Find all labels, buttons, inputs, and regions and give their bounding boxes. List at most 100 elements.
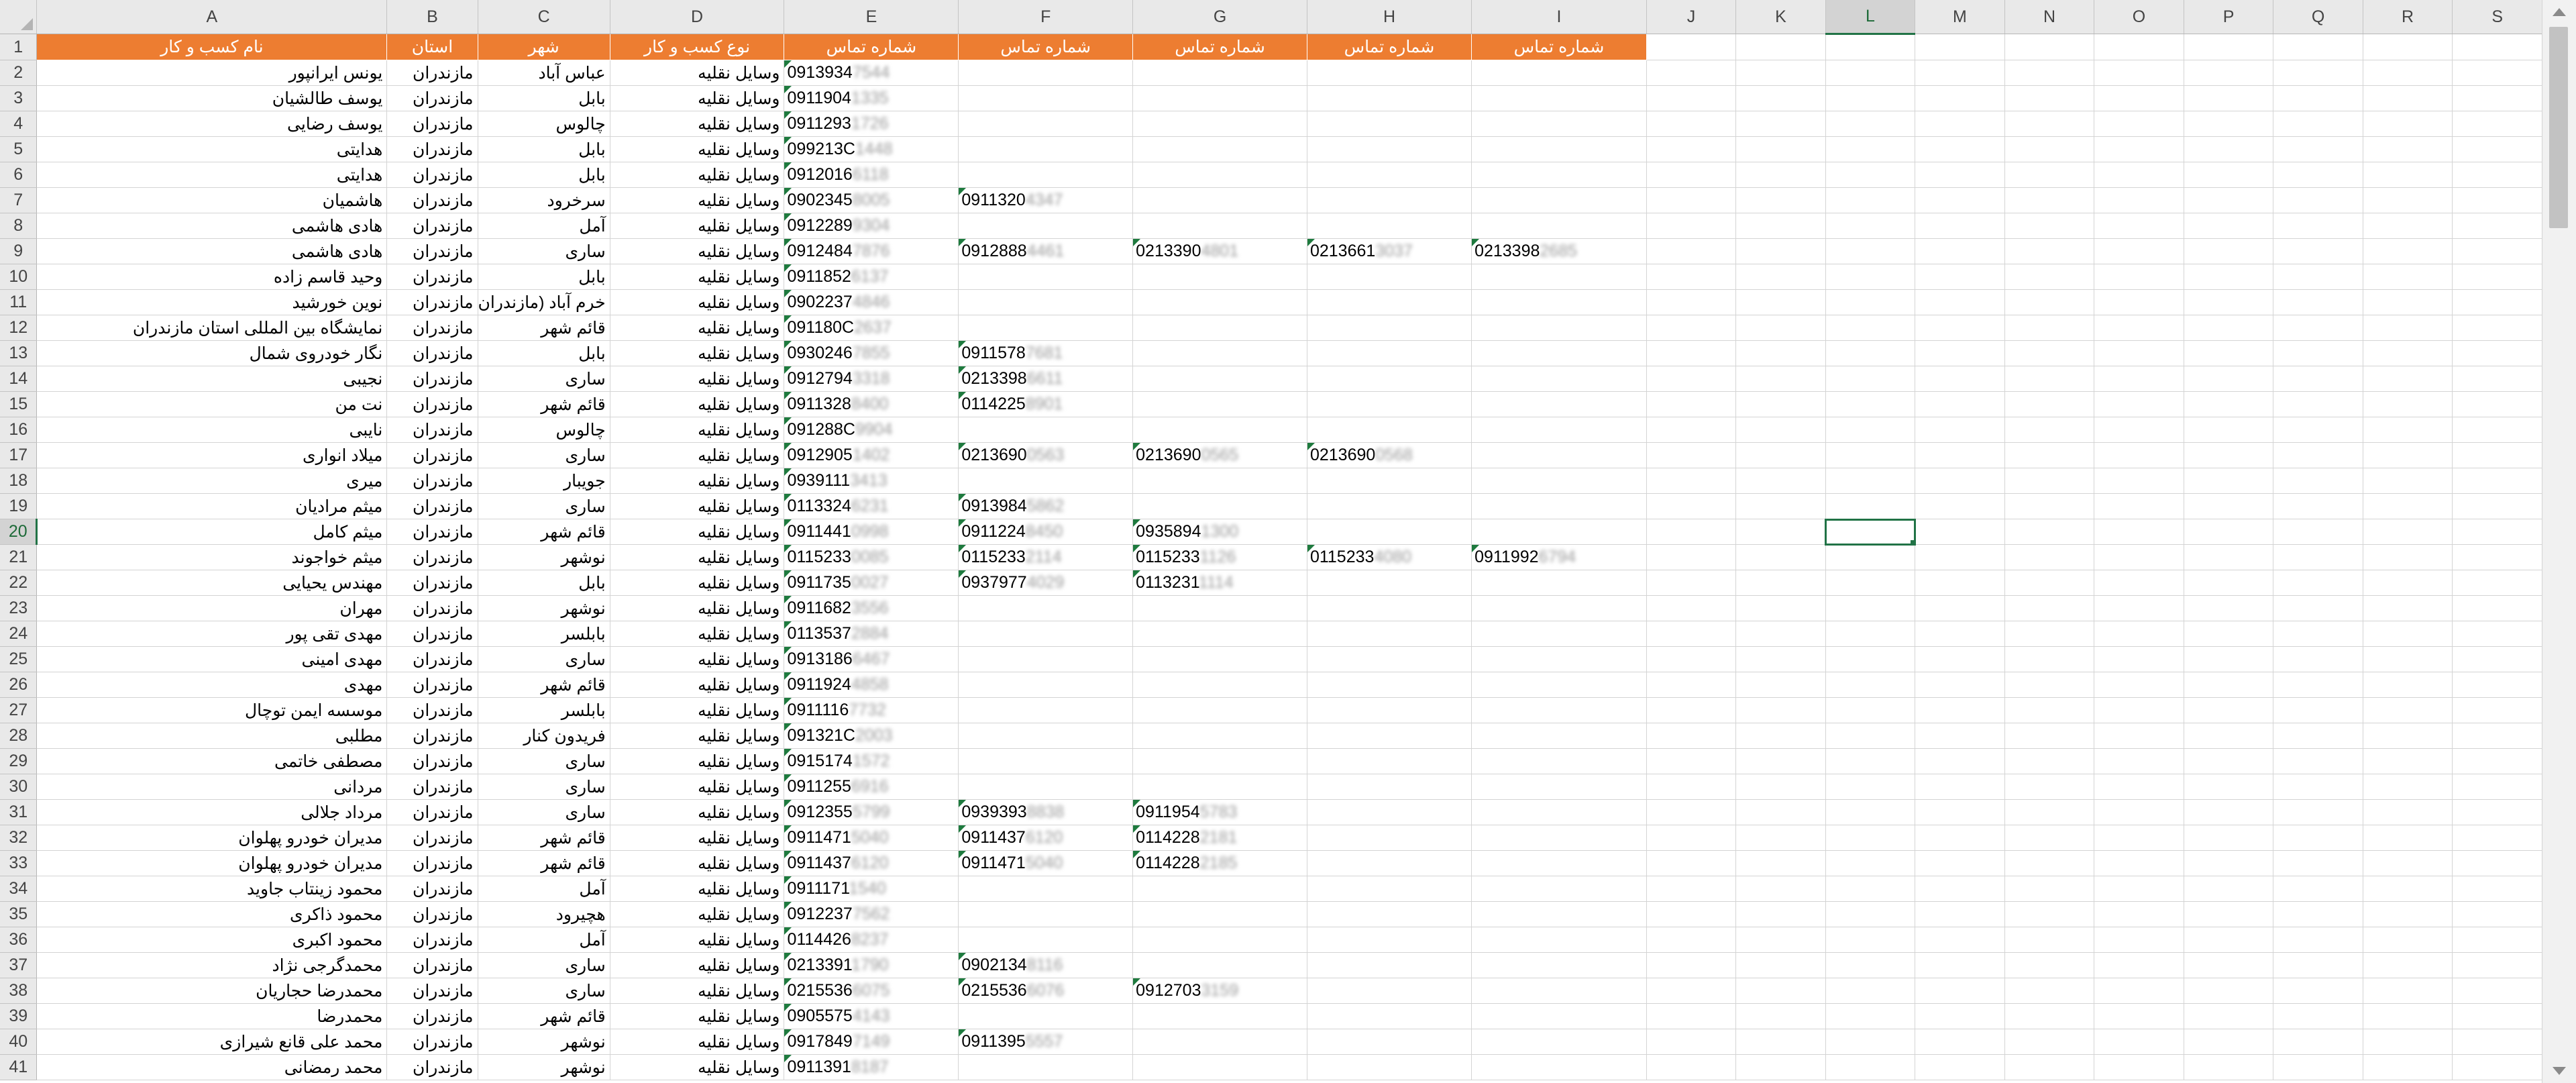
cell-l[interactable] (1825, 825, 1916, 851)
cell-o[interactable] (2094, 1054, 2184, 1080)
cell-f[interactable] (958, 901, 1134, 927)
cell-l[interactable] (1825, 391, 1916, 417)
cell-k[interactable] (1735, 187, 1826, 213)
cell-q[interactable] (2273, 213, 2363, 239)
cell-e[interactable]: 09117350027 (784, 570, 959, 596)
cell-g[interactable] (1132, 111, 1307, 137)
cell-e[interactable]: 09123555799 (784, 799, 959, 825)
header-cell-p[interactable] (2184, 34, 2274, 60)
cell-h[interactable] (1307, 595, 1472, 621)
row-header[interactable]: 28 (0, 723, 38, 749)
cell-k[interactable] (1735, 162, 1826, 188)
row-header[interactable]: 3 (0, 85, 38, 111)
cell-s[interactable] (2452, 876, 2542, 902)
cell-b[interactable]: مازندران (386, 85, 478, 111)
cell-s[interactable] (2452, 672, 2542, 698)
cell-r[interactable] (2363, 391, 2453, 417)
cell-s[interactable] (2452, 238, 2542, 264)
cell-q[interactable] (2273, 774, 2363, 800)
cell-s[interactable] (2452, 850, 2542, 876)
cell-b[interactable]: مازندران (386, 646, 478, 672)
cell-e[interactable]: 09127943318 (784, 366, 959, 392)
cell-j[interactable] (1646, 876, 1737, 902)
cell-l[interactable] (1825, 774, 1916, 800)
cell-l[interactable] (1825, 927, 1916, 953)
header-cell-i[interactable]: شماره تماس (1471, 34, 1647, 60)
cell-a[interactable]: مصطفی خاتمی (36, 748, 388, 774)
number-as-text-indicator-icon[interactable] (784, 392, 792, 399)
cell-k[interactable] (1735, 570, 1826, 596)
scroll-up-icon[interactable] (2553, 8, 2566, 16)
cell-k[interactable] (1735, 366, 1826, 392)
cell-j[interactable] (1646, 748, 1737, 774)
cell-o[interactable] (2094, 621, 2184, 647)
cell-h[interactable] (1307, 901, 1472, 927)
row-header[interactable]: 7 (0, 187, 38, 213)
cell-j[interactable] (1646, 901, 1737, 927)
cell-b[interactable]: مازندران (386, 1054, 478, 1080)
cell-s[interactable] (2452, 595, 2542, 621)
cell-p[interactable] (2184, 264, 2274, 290)
cell-d[interactable]: وسایل نقلیه (610, 417, 785, 443)
cell-r[interactable] (2363, 672, 2453, 698)
cell-g[interactable]: 02136900565 (1132, 442, 1307, 468)
cell-h[interactable] (1307, 799, 1472, 825)
cell-p[interactable] (2184, 1054, 2274, 1080)
cell-p[interactable] (2184, 519, 2274, 545)
cell-p[interactable] (2184, 1003, 2274, 1029)
cell-a[interactable]: نت من (36, 391, 388, 417)
cell-b[interactable]: مازندران (386, 187, 478, 213)
row-header[interactable]: 16 (0, 417, 38, 443)
cell-m[interactable] (1915, 340, 2005, 366)
cell-m[interactable] (1915, 927, 2005, 953)
cell-m[interactable] (1915, 493, 2005, 519)
cell-f[interactable] (958, 315, 1134, 341)
number-as-text-indicator-icon[interactable] (959, 851, 967, 858)
cell-i[interactable] (1471, 825, 1647, 851)
cell-h[interactable]: 02136900568 (1307, 442, 1472, 468)
cell-f[interactable]: 09128884461 (958, 238, 1134, 264)
cell-j[interactable] (1646, 825, 1737, 851)
cell-m[interactable] (1915, 952, 2005, 978)
cell-e[interactable]: 09139347544 (784, 60, 959, 86)
number-as-text-indicator-icon[interactable] (784, 953, 792, 960)
cell-j[interactable] (1646, 595, 1737, 621)
cell-c[interactable]: چالوس (478, 111, 610, 137)
cell-q[interactable] (2273, 391, 2363, 417)
cell-f[interactable]: 02136900563 (958, 442, 1134, 468)
cell-s[interactable] (2452, 621, 2542, 647)
row-header[interactable]: 32 (0, 825, 38, 851)
cell-l[interactable] (1825, 697, 1916, 723)
cell-e[interactable]: 09120166118 (784, 162, 959, 188)
cell-c[interactable]: سرخرود (478, 187, 610, 213)
cell-l[interactable] (1825, 289, 1916, 315)
cell-f[interactable] (958, 1054, 1134, 1080)
cell-s[interactable] (2452, 468, 2542, 494)
row-header[interactable]: 6 (0, 162, 38, 188)
cell-n[interactable] (2004, 391, 2095, 417)
cell-h[interactable] (1307, 927, 1472, 953)
cell-g[interactable] (1132, 1029, 1307, 1055)
cell-h[interactable] (1307, 111, 1472, 137)
number-as-text-indicator-icon[interactable] (1133, 851, 1141, 858)
cell-n[interactable] (2004, 876, 2095, 902)
cell-o[interactable] (2094, 162, 2184, 188)
cell-r[interactable] (2363, 1029, 2453, 1055)
cell-m[interactable] (1915, 468, 2005, 494)
cell-a[interactable]: مهدی تقی پور (36, 621, 388, 647)
cell-r[interactable] (2363, 901, 2453, 927)
cell-p[interactable] (2184, 468, 2274, 494)
cell-i[interactable] (1471, 417, 1647, 443)
cell-s[interactable] (2452, 1029, 2542, 1055)
cell-i[interactable] (1471, 723, 1647, 749)
cell-c[interactable]: ساری (478, 748, 610, 774)
cell-p[interactable] (2184, 289, 2274, 315)
cell-a[interactable]: نوین خورشید (36, 289, 388, 315)
cell-m[interactable] (1915, 60, 2005, 86)
cell-h[interactable] (1307, 748, 1472, 774)
cell-m[interactable] (1915, 621, 2005, 647)
number-as-text-indicator-icon[interactable] (1133, 978, 1141, 986)
header-cell-l[interactable] (1825, 34, 1916, 60)
row-header[interactable]: 23 (0, 595, 38, 621)
cell-d[interactable]: وسایل نقلیه (610, 366, 785, 392)
